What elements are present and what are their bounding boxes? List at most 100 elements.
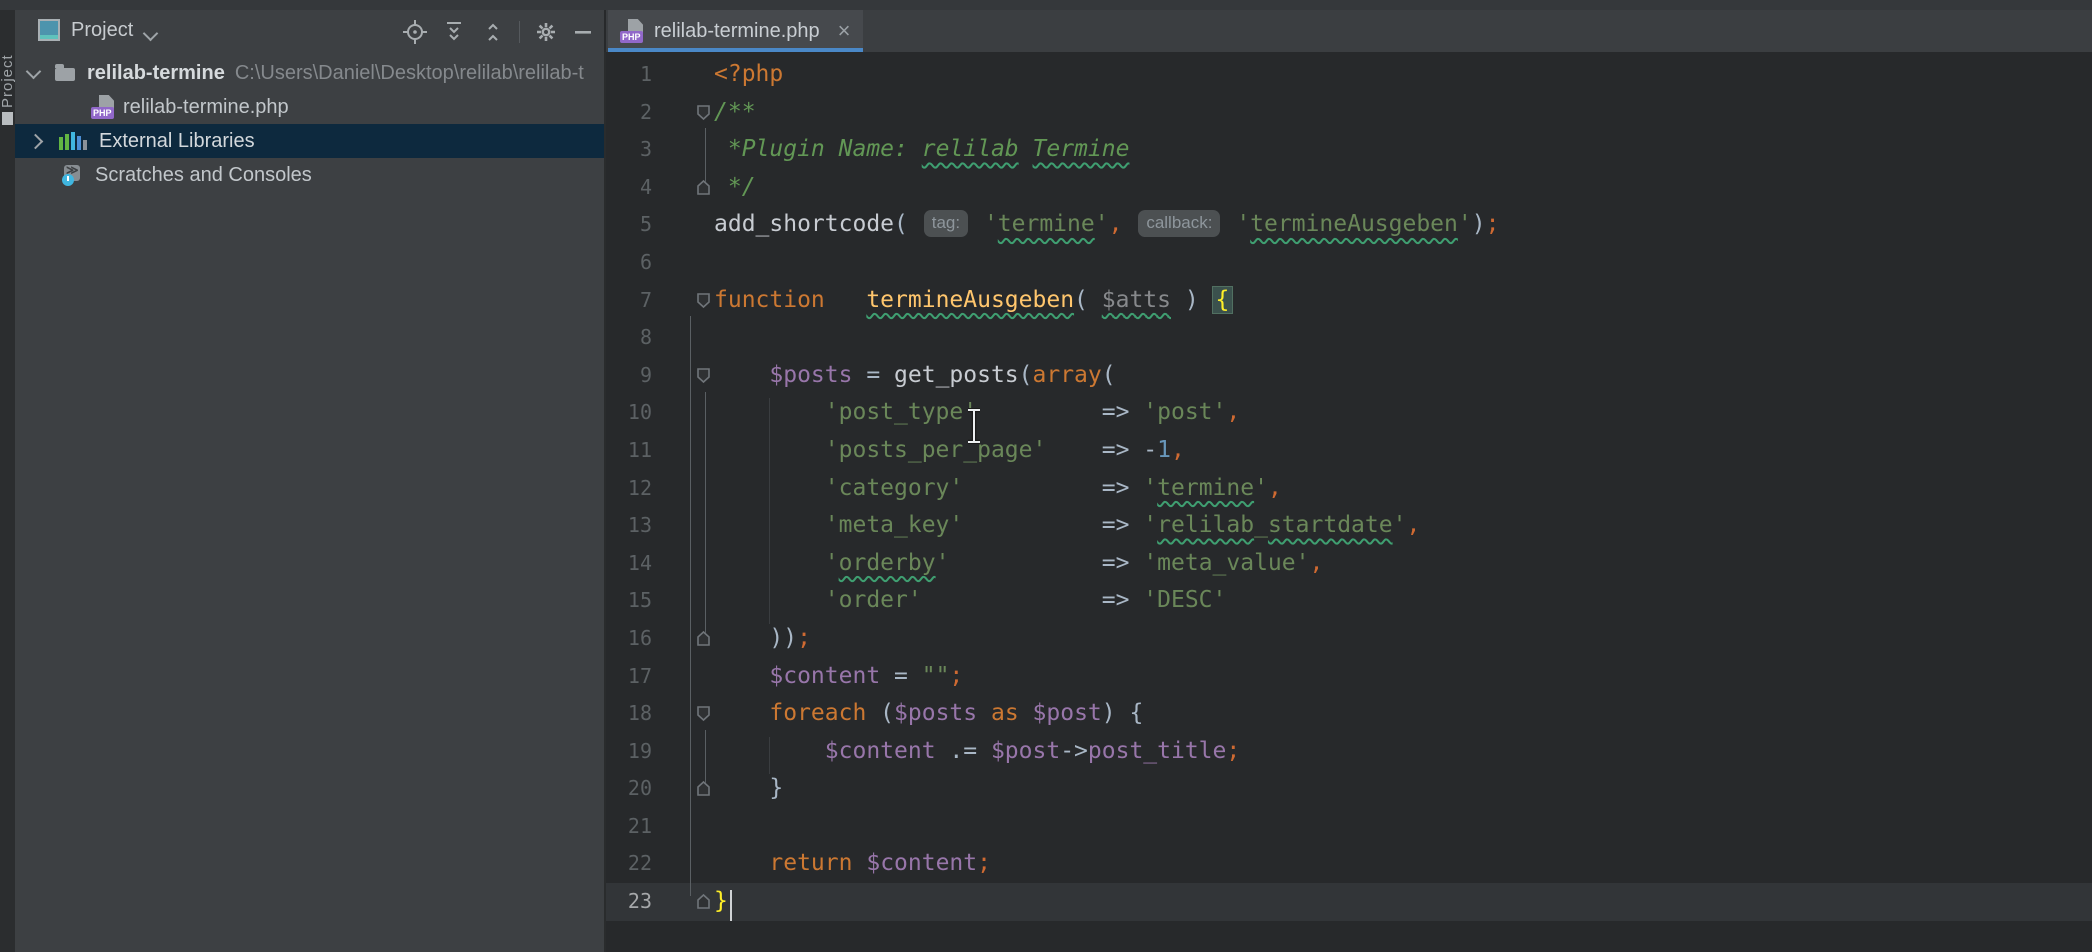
code-text[interactable]: $posts = get_posts(array(: [714, 357, 1116, 395]
indent-guide: [769, 398, 770, 624]
code-line-22[interactable]: 22 return $content;: [606, 845, 2092, 883]
code-text[interactable]: 'post_type' => 'post',: [714, 394, 1240, 432]
project-panel: Project: [15, 10, 604, 952]
code-line-17[interactable]: 17 $content = "";: [606, 658, 2092, 696]
code-line-14[interactable]: 14 'orderby' => 'meta_value',: [606, 545, 2092, 583]
code-text[interactable]: /**: [714, 94, 756, 132]
line-number: 2: [606, 94, 652, 132]
ide-window: Project Project: [0, 0, 2092, 952]
fold-end-icon[interactable]: [696, 630, 711, 647]
code-line-18[interactable]: 18 foreach ($posts as $post) {: [606, 695, 2092, 733]
code-text[interactable]: ));: [714, 620, 811, 658]
close-icon[interactable]: ×: [838, 21, 851, 41]
code-line-15[interactable]: 15 'order' => 'DESC': [606, 582, 2092, 620]
code-line-1[interactable]: 1<?php: [606, 56, 2092, 94]
code-line-11[interactable]: 11 'posts_per_page' => -1,: [606, 432, 2092, 470]
code-text[interactable]: <?php: [714, 56, 783, 94]
code-line-19[interactable]: 19 $content .= $post->post_title;: [606, 733, 2092, 771]
line-number: 8: [606, 319, 652, 357]
code-line-2[interactable]: 2 /**: [606, 94, 2092, 132]
code-editor[interactable]: 1<?php2/**3 *Plugin Name: relilab Termin…: [604, 52, 2092, 952]
code-text[interactable]: function termineAusgeben( $atts ) {: [714, 282, 1232, 320]
code-text[interactable]: 'posts_per_page' => -1,: [714, 432, 1185, 470]
project-panel-header: Project: [15, 10, 604, 54]
tab-label: relilab-termine.php: [654, 20, 820, 43]
tree-item-relilab-termine[interactable]: relilab-termine C:\Users\Daniel\Desktop\…: [15, 56, 604, 90]
panel-title: Project: [71, 19, 133, 42]
fold-end-icon[interactable]: [696, 179, 711, 196]
code-text[interactable]: 'order' => 'DESC': [714, 582, 1226, 620]
code-text[interactable]: $content = "";: [714, 658, 963, 696]
tool-window-bar: Project: [0, 10, 15, 952]
code-line-9[interactable]: 9 $posts = get_posts(array(: [606, 357, 2092, 395]
code-text[interactable]: }: [714, 883, 728, 921]
code-line-6[interactable]: 6: [606, 244, 2092, 282]
parameter-hint-badge: tag:: [924, 210, 968, 237]
project-view-icon: [38, 19, 60, 41]
code-text[interactable]: 'orderby' => 'meta_value',: [714, 545, 1323, 583]
code-text[interactable]: }: [714, 770, 783, 808]
code-text[interactable]: *Plugin Name: relilab Termine: [714, 131, 1129, 169]
chevron-down-icon[interactable]: [26, 63, 42, 79]
code-text[interactable]: add_shortcode( tag: 'termine', callback:…: [714, 206, 1499, 244]
fold-start-icon[interactable]: [696, 104, 711, 121]
code-line-12[interactable]: 12 'category' => 'termine',: [606, 470, 2092, 508]
code-line-5[interactable]: 5add_shortcode( tag: 'termine', callback…: [606, 206, 2092, 244]
line-number: 21: [606, 808, 652, 846]
tool-window-icon[interactable]: [2, 112, 13, 125]
code-text[interactable]: 'category' => 'termine',: [714, 470, 1282, 508]
project-stripe-button[interactable]: Project: [0, 16, 15, 108]
code-line-13[interactable]: 13 'meta_key' => 'relilab_startdate',: [606, 507, 2092, 545]
line-number: 22: [606, 845, 652, 883]
code-line-4[interactable]: 4 */: [606, 169, 2092, 207]
line-number: 15: [606, 582, 652, 620]
code-lines[interactable]: 1<?php2/**3 *Plugin Name: relilab Termin…: [606, 56, 2092, 921]
folder-icon: [55, 68, 75, 81]
code-line-8[interactable]: 8: [606, 319, 2092, 357]
code-text[interactable]: */: [714, 169, 756, 207]
code-text[interactable]: 'meta_key' => 'relilab_startdate',: [714, 507, 1420, 545]
parameter-hint-badge: callback:: [1138, 210, 1220, 237]
chevron-right-icon[interactable]: [28, 133, 44, 149]
indent-guide: [769, 737, 770, 775]
tree-item-scratches[interactable]: Scratches and Consoles: [15, 158, 604, 192]
fold-start-icon[interactable]: [696, 367, 711, 384]
code-line-23[interactable]: 23}: [606, 883, 2092, 921]
hide-icon[interactable]: [572, 19, 594, 45]
code-line-3[interactable]: 3 *Plugin Name: relilab Termine: [606, 131, 2092, 169]
fold-start-icon[interactable]: [696, 705, 711, 722]
code-line-10[interactable]: 10 'post_type' => 'post',: [606, 394, 2092, 432]
fold-range-line: [705, 730, 706, 783]
chevron-down-icon[interactable]: [145, 26, 156, 44]
window-top-strip: [0, 0, 2092, 10]
php-file-icon: PHP: [91, 95, 115, 119]
tree-item-external-libraries[interactable]: External Libraries: [15, 124, 604, 158]
fold-end-icon[interactable]: [696, 780, 711, 797]
code-text[interactable]: foreach ($posts as $post) {: [714, 695, 1143, 733]
line-number: 3: [606, 131, 652, 169]
code-line-16[interactable]: 16 ));: [606, 620, 2092, 658]
line-number: 16: [606, 620, 652, 658]
line-number: 12: [606, 470, 652, 508]
scratches-icon: [61, 164, 83, 186]
tab-relilab-termine-php[interactable]: PHP relilab-termine.php ×: [608, 10, 863, 52]
fold-end-icon[interactable]: [696, 893, 711, 910]
code-line-7[interactable]: 7function termineAusgeben( $atts ) {: [606, 282, 2092, 320]
code-text[interactable]: return $content;: [714, 845, 991, 883]
locate-icon[interactable]: [402, 19, 428, 45]
collapse-all-icon[interactable]: [480, 19, 506, 45]
settings-icon[interactable]: [533, 19, 559, 45]
line-number: 23: [606, 883, 652, 921]
code-line-20[interactable]: 20 }: [606, 770, 2092, 808]
tree-item-relilab-termine-php[interactable]: PHP relilab-termine.php: [15, 90, 604, 124]
fold-range-line: [705, 392, 706, 633]
code-text[interactable]: $content .= $post->post_title;: [714, 733, 1240, 771]
tree-item-label: relilab-termine.php: [123, 96, 289, 119]
line-number: 19: [606, 733, 652, 771]
line-number: 18: [606, 695, 652, 733]
fold-start-icon[interactable]: [696, 292, 711, 309]
code-line-21[interactable]: 21: [606, 808, 2092, 846]
expand-all-icon[interactable]: [441, 19, 467, 45]
line-number: 11: [606, 432, 652, 470]
libraries-icon: [59, 132, 87, 150]
